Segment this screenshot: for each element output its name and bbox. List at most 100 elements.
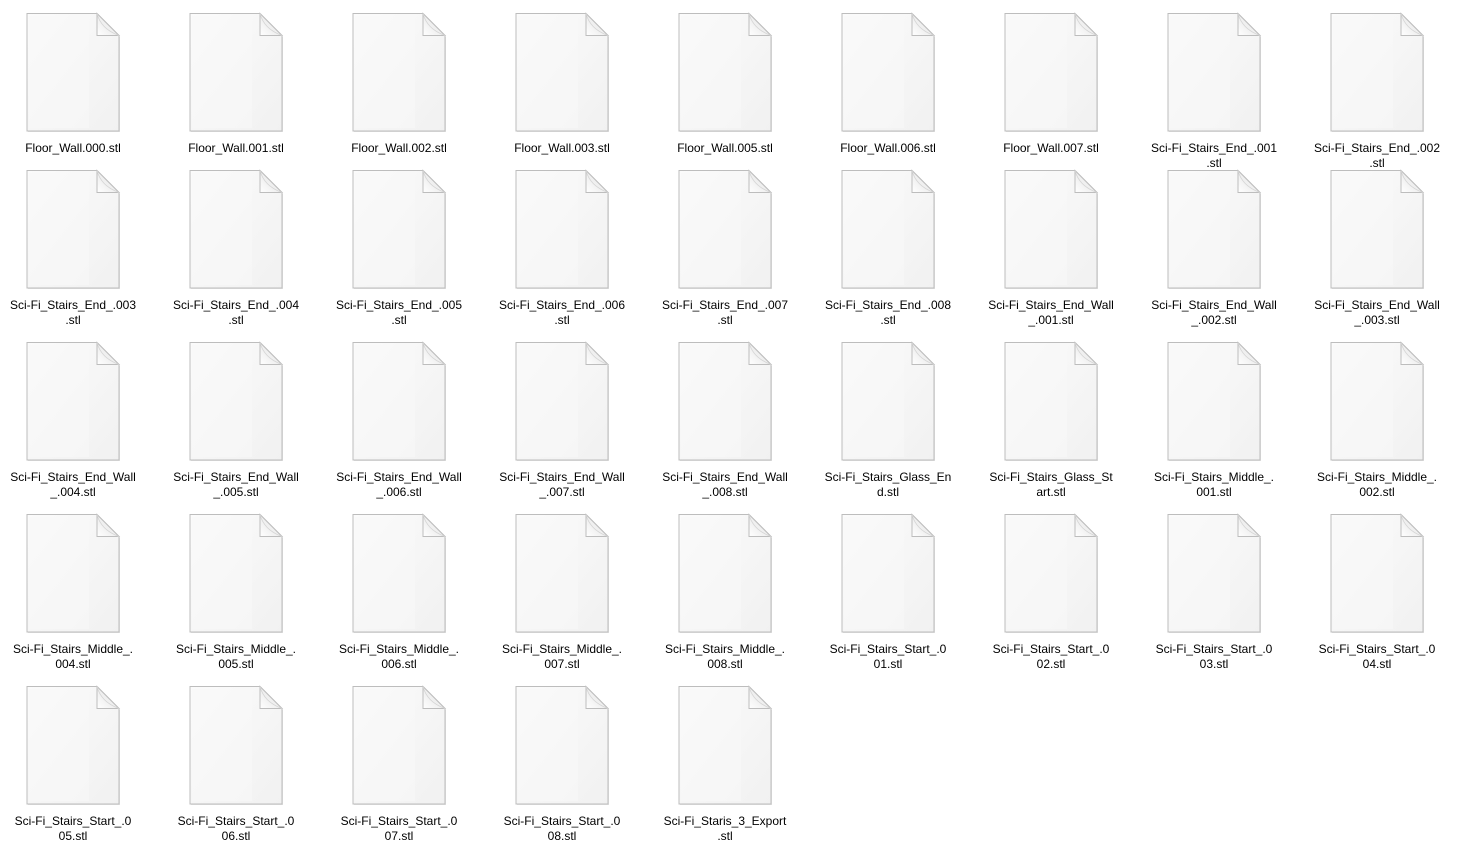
file-item[interactable]: Sci-Fi_Stairs_Start_.0 08.stl bbox=[487, 673, 637, 844]
document-icon bbox=[678, 341, 773, 461]
file-item[interactable]: Floor_Wall.006.stl bbox=[813, 0, 963, 156]
document-icon bbox=[1004, 12, 1099, 132]
file-item[interactable]: Sci-Fi_Stairs_End_Wall _.004.stl bbox=[0, 329, 148, 500]
file-item[interactable]: Floor_Wall.005.stl bbox=[650, 0, 800, 156]
document-icon bbox=[678, 12, 773, 132]
document-icon bbox=[1004, 169, 1099, 289]
document-icon bbox=[1330, 169, 1425, 289]
document-icon bbox=[352, 685, 447, 805]
file-item[interactable]: Sci-Fi_Stairs_Start_.0 03.stl bbox=[1139, 501, 1289, 672]
file-name-label: Floor_Wall.000.stl bbox=[25, 141, 121, 155]
file-name-label: Sci-Fi_Stairs_End_Wall _.003.stl bbox=[1314, 298, 1440, 327]
document-icon bbox=[352, 169, 447, 289]
file-item[interactable]: Floor_Wall.001.stl bbox=[161, 0, 311, 156]
file-name-label: Floor_Wall.002.stl bbox=[351, 141, 447, 155]
document-icon bbox=[189, 341, 284, 461]
file-item[interactable]: Sci-Fi_Stairs_Middle_. 002.stl bbox=[1302, 329, 1452, 500]
file-item[interactable]: Sci-Fi_Stairs_End_Wall _.007.stl bbox=[487, 329, 637, 500]
file-name-label: Sci-Fi_Stairs_End_.007 .stl bbox=[661, 298, 789, 327]
file-name-label: Sci-Fi_Stairs_Middle_. 002.stl bbox=[1316, 470, 1438, 499]
file-name-label: Sci-Fi_Stairs_End_Wall _.004.stl bbox=[10, 470, 136, 499]
file-item[interactable]: Sci-Fi_Stairs_End_Wall _.002.stl bbox=[1139, 157, 1289, 328]
file-item[interactable]: Sci-Fi_Staris_3_Export .stl bbox=[650, 673, 800, 844]
file-item[interactable]: Sci-Fi_Stairs_Glass_St art.stl bbox=[976, 329, 1126, 500]
file-item[interactable]: Sci-Fi_Stairs_Start_.0 04.stl bbox=[1302, 501, 1452, 672]
document-icon bbox=[1330, 341, 1425, 461]
file-name-label: Sci-Fi_Stairs_Start_.0 05.stl bbox=[14, 814, 132, 843]
file-item[interactable]: Sci-Fi_Stairs_End_.003 .stl bbox=[0, 157, 148, 328]
file-name-label: Floor_Wall.007.stl bbox=[1003, 141, 1099, 155]
document-icon bbox=[352, 341, 447, 461]
document-icon bbox=[26, 12, 121, 132]
file-item[interactable]: Sci-Fi_Stairs_Start_.0 01.stl bbox=[813, 501, 963, 672]
document-icon bbox=[678, 685, 773, 805]
document-icon bbox=[1004, 513, 1099, 633]
document-icon bbox=[189, 169, 284, 289]
file-item[interactable]: Sci-Fi_Stairs_End_Wall _.008.stl bbox=[650, 329, 800, 500]
file-name-label: Sci-Fi_Stairs_Middle_. 007.stl bbox=[501, 642, 623, 671]
file-item[interactable]: Sci-Fi_Stairs_End_.004 .stl bbox=[161, 157, 311, 328]
file-item[interactable]: Sci-Fi_Stairs_End_Wall _.005.stl bbox=[161, 329, 311, 500]
file-name-label: Sci-Fi_Stairs_Start_.0 03.stl bbox=[1155, 642, 1273, 671]
file-name-label: Sci-Fi_Stairs_End_Wall _.008.stl bbox=[662, 470, 788, 499]
file-name-label: Sci-Fi_Stairs_Middle_. 001.stl bbox=[1153, 470, 1275, 499]
file-item[interactable]: Sci-Fi_Stairs_End_Wall _.006.stl bbox=[324, 329, 474, 500]
file-name-label: Sci-Fi_Staris_3_Export .stl bbox=[663, 814, 787, 843]
file-item[interactable]: Sci-Fi_Stairs_Middle_. 008.stl bbox=[650, 501, 800, 672]
file-item[interactable]: Sci-Fi_Stairs_End_.006 .stl bbox=[487, 157, 637, 328]
file-name-label: Sci-Fi_Stairs_End_.008 .stl bbox=[824, 298, 952, 327]
document-icon bbox=[1167, 12, 1262, 132]
file-name-label: Floor_Wall.005.stl bbox=[677, 141, 773, 155]
file-item[interactable]: Sci-Fi_Stairs_End_Wall _.003.stl bbox=[1302, 157, 1452, 328]
file-item[interactable]: Sci-Fi_Stairs_End_.002 .stl bbox=[1302, 0, 1452, 171]
document-icon bbox=[841, 12, 936, 132]
document-icon bbox=[515, 12, 610, 132]
file-item[interactable]: Sci-Fi_Stairs_Start_.0 07.stl bbox=[324, 673, 474, 844]
file-name-label: Sci-Fi_Stairs_Middle_. 008.stl bbox=[664, 642, 786, 671]
document-icon bbox=[189, 513, 284, 633]
file-item[interactable]: Sci-Fi_Stairs_Start_.0 06.stl bbox=[161, 673, 311, 844]
file-item[interactable]: Sci-Fi_Stairs_End_.008 .stl bbox=[813, 157, 963, 328]
file-item[interactable]: Sci-Fi_Stairs_Middle_. 006.stl bbox=[324, 501, 474, 672]
document-icon bbox=[515, 513, 610, 633]
file-item[interactable]: Floor_Wall.003.stl bbox=[487, 0, 637, 156]
file-item[interactable]: Sci-Fi_Stairs_Middle_. 007.stl bbox=[487, 501, 637, 672]
file-name-label: Sci-Fi_Stairs_Start_.0 06.stl bbox=[177, 814, 295, 843]
file-item[interactable]: Sci-Fi_Stairs_End_Wall _.001.stl bbox=[976, 157, 1126, 328]
file-name-label: Sci-Fi_Stairs_Start_.0 04.stl bbox=[1318, 642, 1436, 671]
file-item[interactable]: Sci-Fi_Stairs_Start_.0 02.stl bbox=[976, 501, 1126, 672]
file-name-label: Floor_Wall.006.stl bbox=[840, 141, 936, 155]
file-name-label: Sci-Fi_Stairs_End_.004 .stl bbox=[172, 298, 300, 327]
file-item[interactable]: Floor_Wall.007.stl bbox=[976, 0, 1126, 156]
file-item[interactable]: Floor_Wall.002.stl bbox=[324, 0, 474, 156]
document-icon bbox=[26, 341, 121, 461]
document-icon bbox=[678, 169, 773, 289]
document-icon bbox=[352, 513, 447, 633]
file-name-label: Sci-Fi_Stairs_End_.006 .stl bbox=[498, 298, 626, 327]
document-icon bbox=[841, 169, 936, 289]
document-icon bbox=[1330, 12, 1425, 132]
file-name-label: Sci-Fi_Stairs_Middle_. 005.stl bbox=[175, 642, 297, 671]
file-name-label: Sci-Fi_Stairs_End_Wall _.007.stl bbox=[499, 470, 625, 499]
document-icon bbox=[841, 513, 936, 633]
file-item[interactable]: Sci-Fi_Stairs_End_.001 .stl bbox=[1139, 0, 1289, 171]
document-icon bbox=[352, 12, 447, 132]
file-name-label: Sci-Fi_Stairs_End_Wall _.006.stl bbox=[336, 470, 462, 499]
file-item[interactable]: Sci-Fi_Stairs_Middle_. 005.stl bbox=[161, 501, 311, 672]
file-name-label: Sci-Fi_Stairs_End_.005 .stl bbox=[335, 298, 463, 327]
file-item[interactable]: Sci-Fi_Stairs_Start_.0 05.stl bbox=[0, 673, 148, 844]
document-icon bbox=[26, 685, 121, 805]
file-name-label: Sci-Fi_Stairs_End_.003 .stl bbox=[9, 298, 137, 327]
file-item[interactable]: Sci-Fi_Stairs_End_.007 .stl bbox=[650, 157, 800, 328]
document-icon bbox=[26, 169, 121, 289]
document-icon bbox=[515, 341, 610, 461]
file-item[interactable]: Floor_Wall.000.stl bbox=[0, 0, 148, 156]
file-item[interactable]: Sci-Fi_Stairs_Middle_. 004.stl bbox=[0, 501, 148, 672]
file-item[interactable]: Sci-Fi_Stairs_Middle_. 001.stl bbox=[1139, 329, 1289, 500]
file-item[interactable]: Sci-Fi_Stairs_End_.005 .stl bbox=[324, 157, 474, 328]
file-name-label: Floor_Wall.001.stl bbox=[188, 141, 284, 155]
file-item[interactable]: Sci-Fi_Stairs_Glass_En d.stl bbox=[813, 329, 963, 500]
document-icon bbox=[1004, 341, 1099, 461]
file-name-label: Sci-Fi_Stairs_Start_.0 01.stl bbox=[829, 642, 947, 671]
document-icon bbox=[26, 513, 121, 633]
